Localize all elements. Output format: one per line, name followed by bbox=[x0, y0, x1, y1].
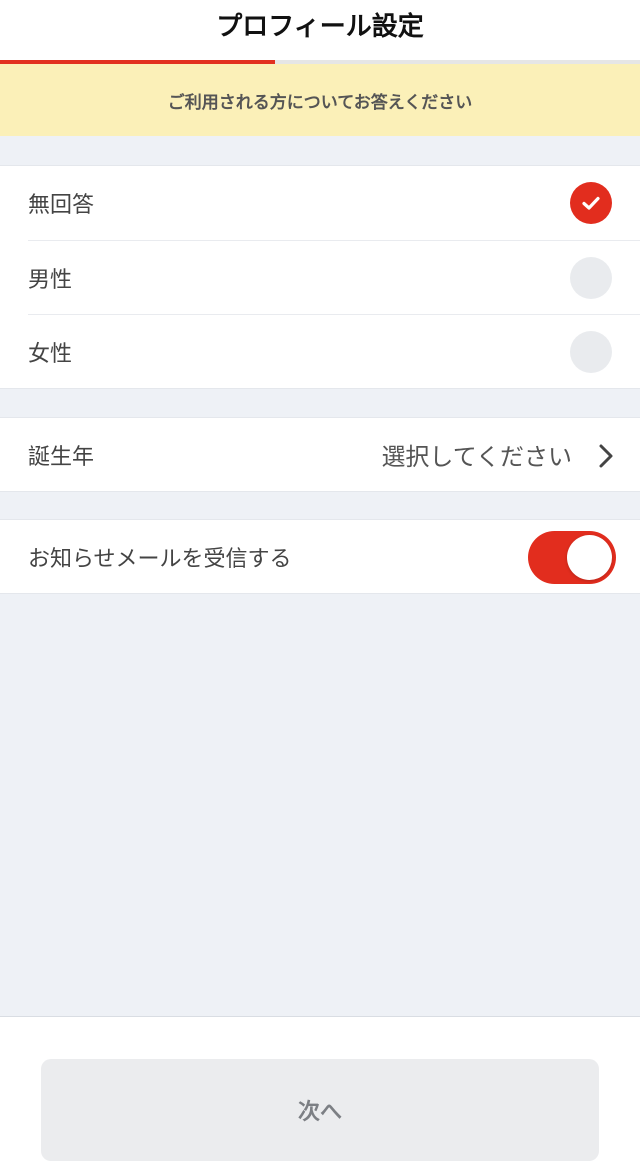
next-button-label: 次へ bbox=[297, 1100, 342, 1125]
checkmark-icon bbox=[582, 196, 600, 210]
gender-option-female[interactable]: 女性 bbox=[28, 314, 640, 388]
birth-year-label: 誕生年 bbox=[28, 444, 95, 470]
newsletter-toggle[interactable] bbox=[528, 531, 616, 584]
chevron-right-icon bbox=[596, 442, 616, 474]
page-title: プロフィール設定 bbox=[216, 11, 424, 42]
toggle-knob bbox=[567, 535, 612, 580]
notice-text: ご利用される方についてお答えください bbox=[167, 92, 473, 113]
header-bar: プロフィール設定 bbox=[0, 0, 640, 60]
birth-year-row[interactable]: 誕生年 選択してください bbox=[0, 417, 640, 492]
notice-banner: ご利用される方についてお答えください bbox=[0, 64, 640, 136]
gender-option-male[interactable]: 男性 bbox=[28, 240, 640, 314]
radio-no-answer[interactable] bbox=[570, 182, 612, 224]
gender-option-label: 女性 bbox=[28, 341, 73, 367]
gender-options-card: 無回答 男性 女性 bbox=[0, 165, 640, 389]
newsletter-label: お知らせメールを受信する bbox=[28, 546, 292, 572]
gender-option-label: 無回答 bbox=[28, 193, 95, 218]
radio-female[interactable] bbox=[570, 331, 612, 373]
next-button[interactable]: 次へ bbox=[41, 1059, 599, 1161]
footer: 次へ bbox=[0, 1016, 640, 1172]
newsletter-row: お知らせメールを受信する bbox=[0, 519, 640, 594]
birth-year-value: 選択してください bbox=[381, 443, 572, 471]
radio-male[interactable] bbox=[570, 257, 612, 299]
gender-option-no-answer[interactable]: 無回答 bbox=[28, 166, 640, 240]
gender-option-label: 男性 bbox=[28, 267, 73, 293]
